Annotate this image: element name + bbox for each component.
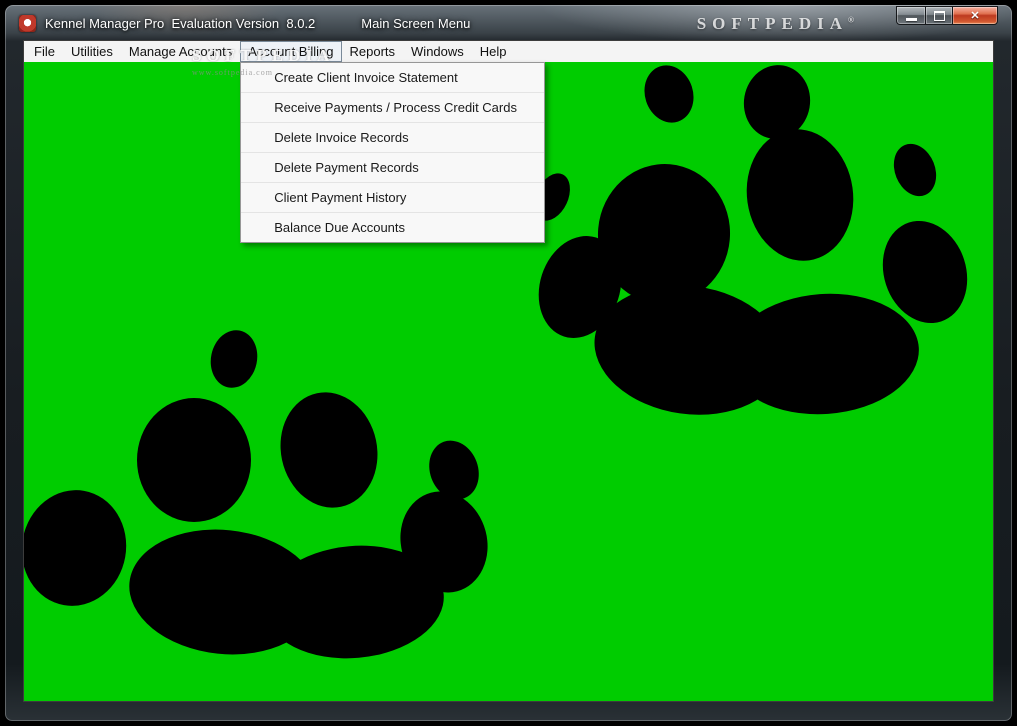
menu-item-create-client-invoice-statement[interactable]: Create Client Invoice Statement xyxy=(241,63,545,93)
app-icon xyxy=(19,14,36,32)
close-icon: ✕ xyxy=(970,10,980,22)
close-button[interactable]: ✕ xyxy=(952,6,998,25)
menu-windows[interactable]: Windows xyxy=(403,41,472,62)
app-window: Kennel Manager Pro Evaluation Version 8.… xyxy=(5,5,1012,721)
menu-account-billing[interactable]: Account Billing Create Client Invoice St… xyxy=(240,41,546,243)
account-billing-dropdown: Create Client Invoice Statement Receive … xyxy=(240,62,546,243)
maximize-icon xyxy=(933,10,945,21)
menubar: File Utilities Manage Accounts Account B… xyxy=(24,41,993,243)
minimize-icon xyxy=(905,18,917,21)
menu-item-balance-due-accounts[interactable]: Balance Due Accounts xyxy=(241,213,544,242)
menu-file[interactable]: File xyxy=(26,41,63,62)
client-area: File Utilities Manage Accounts Account B… xyxy=(23,40,994,702)
window-controls: ✕ xyxy=(896,6,998,25)
menu-item-client-payment-history[interactable]: Client Payment History xyxy=(241,183,545,213)
menu-item-delete-payment-records[interactable]: Delete Payment Records xyxy=(241,153,545,183)
menu-item-delete-invoice-records[interactable]: Delete Invoice Records xyxy=(241,123,545,153)
softpedia-watermark-titlebar: SOFTPEDIA® xyxy=(697,14,854,34)
registered-mark: ® xyxy=(848,15,854,25)
menu-manage-accounts[interactable]: Manage Accounts xyxy=(121,41,240,62)
titlebar[interactable]: Kennel Manager Pro Evaluation Version 8.… xyxy=(5,5,1012,41)
menu-item-receive-payments-process-credit-cards[interactable]: Receive Payments / Process Credit Cards xyxy=(241,93,545,123)
screen: { "window": { "title_left": "Kennel Mana… xyxy=(0,0,1017,726)
menu-account-billing-label: Account Billing xyxy=(248,44,334,59)
watermark-title-text: SOFTPEDIA xyxy=(696,14,849,33)
window-subtitle: Main Screen Menu xyxy=(361,15,471,31)
menu-utilities[interactable]: Utilities xyxy=(63,41,121,62)
window-title: Kennel Manager Pro Evaluation Version 8.… xyxy=(45,15,316,31)
maximize-button[interactable] xyxy=(925,6,953,25)
menu-help[interactable]: Help xyxy=(472,41,515,62)
menu-reports[interactable]: Reports xyxy=(342,41,404,62)
minimize-button[interactable] xyxy=(896,6,926,25)
